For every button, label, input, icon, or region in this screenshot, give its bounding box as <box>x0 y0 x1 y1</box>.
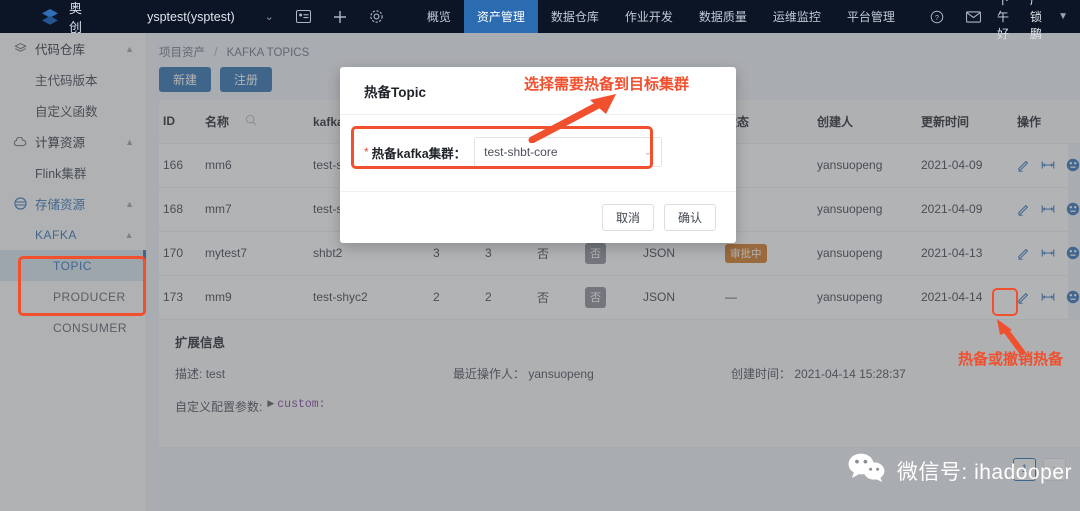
nav-tab-job-development[interactable]: 作业开发 <box>612 0 686 33</box>
watermark: 微信号: ihadooper <box>847 453 1072 489</box>
nav-tab-platform-management[interactable]: 平台管理 <box>834 0 908 33</box>
cancel-button[interactable]: 取消 <box>601 204 654 231</box>
nav-label: 平台管理 <box>846 10 895 24</box>
gear-icon[interactable] <box>369 9 384 24</box>
annotation-box-sidebar-kafka <box>18 256 146 316</box>
chevron-down-icon: ⌄ <box>264 11 274 23</box>
top-navigation-bar: 奥创 ysptest(ysptest) ⌄ 概览 资产管理 数据仓库 作业开发 … <box>0 0 1080 41</box>
plus-icon[interactable] <box>333 10 347 24</box>
dialog-footer: 取消 确认 <box>340 191 736 243</box>
confirm-button[interactable]: 确认 <box>663 204 716 231</box>
nav-tab-ops-monitoring[interactable]: 运维监控 <box>760 0 834 33</box>
annotation-box-hot-backup-icon <box>992 288 1018 316</box>
watermark-text: 微信号: ihadooper <box>896 461 1072 484</box>
wechat-icon <box>847 453 887 489</box>
nav-label: 作业开发 <box>624 10 673 24</box>
annotation-box-cluster-select <box>351 126 653 169</box>
nav-label: 数据质量 <box>698 10 747 24</box>
brand-name: 奥创 <box>69 0 84 35</box>
question-circle-icon[interactable]: ? <box>930 10 944 24</box>
nav-tab-data-warehouse[interactable]: 数据仓库 <box>538 0 612 33</box>
nav-tab-overview[interactable]: 概览 <box>414 0 464 33</box>
project-selector[interactable]: ysptest(ysptest) ⌄ <box>147 10 274 24</box>
layers-logo-icon <box>40 7 60 27</box>
main-nav-tabs: 概览 资产管理 数据仓库 作业开发 数据质量 运维监控 平台管理 <box>414 0 908 33</box>
nav-label: 数据仓库 <box>550 10 599 24</box>
id-card-icon[interactable] <box>295 10 311 23</box>
svg-text:?: ? <box>935 12 939 21</box>
brand-logo[interactable]: 奥创 <box>40 0 89 36</box>
header-right-cluster: ? 下午好 严锁鹏 ▼ <box>908 0 1068 42</box>
project-name: ysptest(ysptest) <box>147 9 235 24</box>
nav-label: 资产管理 <box>476 10 525 24</box>
nav-tab-asset-management[interactable]: 资产管理 <box>463 0 538 33</box>
envelope-icon[interactable] <box>965 10 981 23</box>
greeting-text: 下午好 <box>996 0 1009 41</box>
nav-label: 概览 <box>426 10 451 24</box>
nav-tab-data-quality[interactable]: 数据质量 <box>686 0 760 33</box>
caret-down-icon[interactable]: ▼ <box>1058 11 1068 22</box>
user-menu[interactable]: 严锁鹏 <box>1030 0 1053 42</box>
nav-label: 运维监控 <box>772 10 821 24</box>
dialog-title: 热备Topic <box>340 67 736 115</box>
